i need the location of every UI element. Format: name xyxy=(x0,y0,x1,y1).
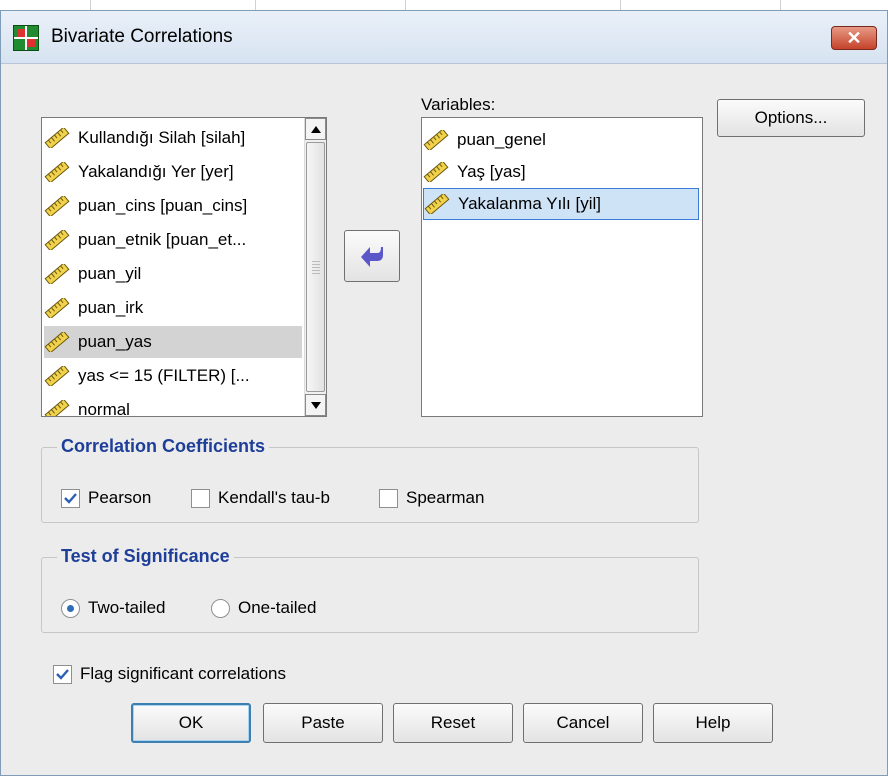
arrow-up-icon xyxy=(311,126,321,133)
title-bar[interactable]: Bivariate Correlations ✕ xyxy=(1,11,887,64)
source-list-item[interactable]: puan_yil xyxy=(44,258,302,290)
source-list-item-label: Yakalandığı Yer [yer] xyxy=(78,162,234,181)
source-list-item-label: puan_yas xyxy=(78,332,152,351)
source-list-item[interactable]: yas <= 15 (FILTER) [... xyxy=(44,360,302,392)
correlation-coefficients-title: Correlation Coefficients xyxy=(57,436,270,457)
reset-button[interactable]: Reset xyxy=(393,703,513,743)
source-list-item[interactable]: puan_cins [puan_cins] xyxy=(44,190,302,222)
scroll-down-button[interactable] xyxy=(305,394,326,416)
variables-label: Variables: xyxy=(421,95,496,114)
target-list-item-label: puan_genel xyxy=(457,130,546,149)
one-tailed-radio[interactable] xyxy=(211,599,230,618)
scale-variable-icon xyxy=(44,128,70,148)
radio-selected-dot xyxy=(67,605,74,612)
arrow-down-icon xyxy=(311,402,321,409)
kendalls-tau-b-checkbox[interactable] xyxy=(191,489,210,508)
scale-variable-icon xyxy=(44,400,70,416)
two-tailed-label[interactable]: Two-tailed xyxy=(88,598,165,618)
paste-button-label: Paste xyxy=(301,713,345,732)
scale-variable-icon xyxy=(44,366,70,386)
move-variable-button[interactable] xyxy=(344,230,400,282)
cancel-button[interactable]: Cancel xyxy=(523,703,643,743)
ok-button-label: OK xyxy=(178,713,204,732)
source-list-item-label: normal xyxy=(78,400,130,417)
scale-variable-icon xyxy=(423,130,449,150)
scale-variable-icon xyxy=(44,332,70,352)
spss-app-icon xyxy=(13,25,39,51)
spearman-label[interactable]: Spearman xyxy=(406,488,484,508)
source-list-item-label: puan_etnik [puan_et... xyxy=(78,230,247,249)
options-button-label: Options... xyxy=(754,108,828,127)
paste-button[interactable]: Paste xyxy=(263,703,383,743)
source-list-item[interactable]: Yakalandığı Yer [yer] xyxy=(44,156,302,188)
target-variable-list[interactable]: puan_genel Yaş [yas] Yakalanma Yılı [yil] xyxy=(421,117,703,417)
source-list-item-label: puan_irk xyxy=(78,298,144,317)
pearson-checkbox[interactable] xyxy=(61,489,80,508)
flag-significant-checkbox[interactable] xyxy=(53,665,72,684)
source-list-item-label: puan_yil xyxy=(78,264,142,283)
spearman-checkbox[interactable] xyxy=(379,489,398,508)
window-title: Bivariate Correlations xyxy=(51,26,233,47)
source-list-item[interactable]: puan_etnik [puan_et... xyxy=(44,224,302,256)
scale-variable-icon xyxy=(44,264,70,284)
target-list-item[interactable]: puan_genel xyxy=(423,124,699,156)
help-button[interactable]: Help xyxy=(653,703,773,743)
scale-variable-icon xyxy=(44,162,70,182)
close-button[interactable]: ✕ xyxy=(831,26,877,50)
scrollbar-thumb[interactable] xyxy=(306,142,325,392)
checkmark-icon xyxy=(56,669,69,680)
source-variable-list[interactable]: Kullandığı Silah [silah] Yakalandığı Yer … xyxy=(41,117,327,417)
source-list-item[interactable]: normal xyxy=(44,394,302,417)
scale-variable-icon xyxy=(44,298,70,318)
help-button-label: Help xyxy=(695,713,731,732)
source-list-item-label: puan_cins [puan_cins] xyxy=(78,196,248,215)
checkmark-icon xyxy=(64,493,77,504)
source-list-scrollbar[interactable] xyxy=(304,118,326,416)
reset-button-label: Reset xyxy=(430,713,476,732)
bivariate-correlations-dialog: Bivariate Correlations ✕ Kullandığı Sila… xyxy=(0,10,888,776)
scale-variable-icon xyxy=(44,196,70,216)
source-list-item[interactable]: puan_yas xyxy=(44,326,302,358)
one-tailed-label[interactable]: One-tailed xyxy=(238,598,316,618)
target-list-item[interactable]: Yakalanma Yılı [yil] xyxy=(423,188,699,220)
cancel-button-label: Cancel xyxy=(556,713,610,732)
pearson-label[interactable]: Pearson xyxy=(88,488,151,508)
source-list-item-label: yas <= 15 (FILTER) [... xyxy=(78,366,250,385)
scale-variable-icon xyxy=(423,162,449,182)
source-list-item[interactable]: Kullandığı Silah [silah] xyxy=(44,122,302,154)
correlation-coefficients-group xyxy=(41,447,699,523)
scale-variable-icon xyxy=(424,194,450,214)
source-list-item-label: Kullandığı Silah [silah] xyxy=(78,128,246,147)
target-list-item[interactable]: Yaş [yas] xyxy=(423,156,699,188)
target-list-item-label: Yakalanma Yılı [yil] xyxy=(458,194,601,213)
scroll-up-button[interactable] xyxy=(305,118,326,140)
options-button[interactable]: Options... xyxy=(717,99,865,137)
arrow-left-icon xyxy=(361,247,383,267)
scale-variable-icon xyxy=(44,230,70,250)
flag-significant-label[interactable]: Flag significant correlations xyxy=(80,664,286,684)
kendalls-tau-b-label[interactable]: Kendall's tau-b xyxy=(218,488,330,508)
test-of-significance-title: Test of Significance xyxy=(57,546,234,567)
test-of-significance-group xyxy=(41,557,699,633)
ok-button[interactable]: OK xyxy=(131,703,251,743)
target-list-item-label: Yaş [yas] xyxy=(457,162,526,181)
two-tailed-radio[interactable] xyxy=(61,599,80,618)
source-list-item[interactable]: puan_irk xyxy=(44,292,302,324)
